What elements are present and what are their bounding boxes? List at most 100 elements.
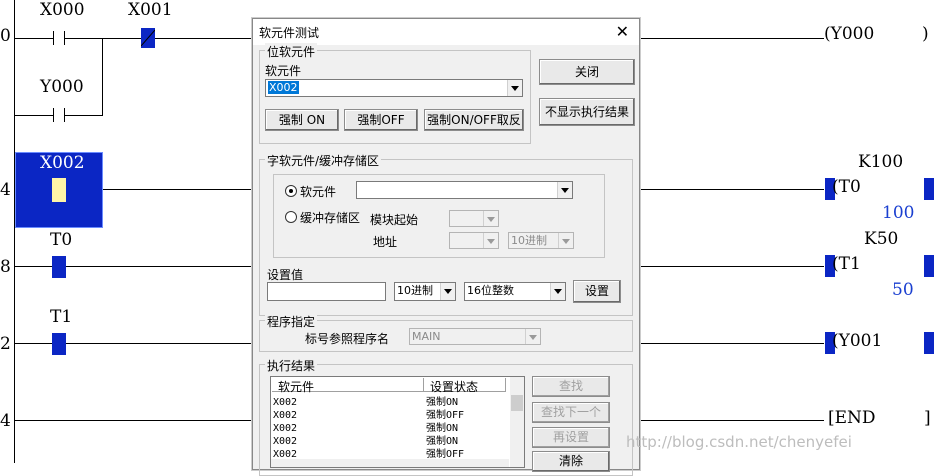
rung-line [14, 343, 252, 344]
step-number: 4 [0, 411, 11, 431]
coil-y001[interactable]: (Y001 [832, 331, 882, 351]
force-off-button[interactable]: 强制OFF [344, 109, 418, 131]
clear-button[interactable]: 清除 [532, 451, 610, 472]
list-item[interactable]: X002 强制ON [273, 393, 458, 408]
force-on-button[interactable]: 强制 ON [265, 109, 339, 131]
contact-t1[interactable] [52, 333, 66, 355]
selected-cell-cursor[interactable]: X002 [15, 152, 103, 228]
results-list[interactable]: 软元件 设置状态 X002 强制ON X002 强制OFF X002 强制ON X00… [270, 376, 525, 468]
device-radio[interactable] [285, 185, 297, 197]
bit-device-combo[interactable]: X002 [265, 79, 523, 97]
list-item[interactable]: X002 强制OFF [273, 445, 464, 460]
contact-x000[interactable] [50, 31, 68, 45]
buffer-radio-label: 缓冲存储区 [300, 211, 361, 225]
list-item[interactable]: X002 强制OFF [273, 406, 464, 421]
contact-label-x002: X002 [40, 153, 85, 173]
contact-label-x000: X000 [40, 0, 85, 20]
coil-y001-active-end [924, 332, 934, 354]
contact-label-x001: X001 [128, 0, 173, 20]
coil-t0-constant: K100 [858, 152, 904, 172]
device-test-dialog: 软元件测试 ✕ 位软元件 软元件 X002 强制 ON 强制OFF 强制ON/O… [252, 18, 640, 476]
contact-x001-nc[interactable] [141, 28, 155, 48]
address-format-value: 10进制 [511, 234, 547, 247]
coil-t1[interactable]: (T1 [832, 254, 861, 274]
program-name-label: 标号参照程序名 [305, 332, 390, 346]
chevron-down-icon[interactable] [507, 80, 522, 96]
module-start-label: 模块起始 [370, 213, 419, 227]
contact-y000[interactable] [50, 108, 68, 122]
coil-close-paren: ) [922, 24, 929, 44]
chevron-down-icon [483, 211, 498, 226]
module-start-combo[interactable] [449, 210, 499, 227]
chevron-down-icon [483, 233, 498, 248]
set-value-input[interactable] [267, 282, 386, 301]
set-value-type-value: 16位整数 [467, 284, 514, 297]
rung-line [638, 420, 824, 421]
end-instruction[interactable]: [END [828, 408, 876, 428]
device-radio-label: 软元件 [300, 185, 337, 199]
coil-t0-active-end [924, 178, 934, 200]
dialog-titlebar[interactable]: 软元件测试 ✕ [253, 19, 639, 45]
rung-line [638, 189, 824, 190]
rung-line [14, 420, 252, 421]
horizontal-scrollbar[interactable] [271, 459, 509, 467]
program-group-title: 程序指定 [265, 313, 318, 330]
rung-line [103, 189, 252, 190]
coil-t1-active-end [924, 255, 934, 277]
set-value-format-value: 10进制 [397, 284, 433, 297]
coil-t1-constant: K50 [864, 229, 899, 249]
reset-button[interactable]: 再设置 [532, 427, 610, 448]
coil-y000[interactable]: (Y000 [824, 24, 874, 44]
coil-t1-current: 50 [892, 280, 914, 300]
coil-t0-current: 100 [882, 203, 915, 223]
step-number: 8 [0, 257, 11, 277]
list-item[interactable]: X002 强制ON [273, 432, 458, 447]
contact-t0[interactable] [52, 256, 66, 278]
rung-line [14, 266, 252, 267]
coil-t0[interactable]: (T0 [832, 177, 861, 197]
address-label: 地址 [373, 235, 398, 249]
force-toggle-button[interactable]: 强制ON/OFF取反 [424, 109, 524, 131]
rung-line [638, 343, 824, 344]
program-name-combo[interactable]: MAIN [409, 328, 541, 345]
set-value-type-combo[interactable]: 16位整数 [464, 282, 566, 301]
contact-label-t1: T1 [50, 307, 73, 327]
set-value-label: 设置值 [267, 268, 304, 282]
word-device-combo[interactable] [356, 181, 573, 199]
bit-device-group-title: 位软元件 [265, 43, 318, 60]
address-format-combo[interactable]: 10进制 [508, 232, 574, 249]
chevron-down-icon[interactable] [440, 283, 455, 300]
contact-label-y000: Y000 [40, 77, 84, 97]
normally-closed-icon [141, 29, 155, 47]
set-button[interactable]: 设置 [573, 280, 621, 303]
scrollbar-thumb[interactable] [511, 395, 523, 411]
chevron-down-icon[interactable] [550, 283, 565, 300]
close-icon[interactable]: ✕ [616, 22, 629, 41]
address-combo[interactable] [449, 232, 499, 249]
col-header-device[interactable]: 软元件 [272, 378, 424, 394]
rung-line [638, 266, 824, 267]
word-device-group-title: 字软元件/缓冲存储区 [265, 152, 382, 169]
chevron-down-icon[interactable] [557, 182, 572, 198]
rung-line [638, 38, 824, 39]
dialog-title: 软元件测试 [259, 26, 320, 40]
vertical-scrollbar[interactable] [510, 377, 524, 467]
hide-results-button[interactable]: 不显示执行结果 [539, 98, 635, 126]
left-power-rail [14, 0, 15, 463]
find-button[interactable]: 查找 [532, 376, 610, 397]
close-button[interactable]: 关闭 [539, 59, 635, 85]
chevron-down-icon [525, 329, 540, 344]
watermark: http://blog.csdn.net/chenyefei [626, 433, 852, 451]
bit-device-value: X002 [268, 81, 299, 94]
list-item[interactable]: X002 强制ON [273, 419, 458, 434]
branch-line [102, 38, 103, 116]
chevron-down-icon [558, 233, 573, 248]
step-number: 0 [0, 26, 11, 46]
col-header-state[interactable]: 设置状态 [424, 378, 506, 394]
contact-x002-on [52, 178, 66, 202]
buffer-radio[interactable] [285, 211, 297, 223]
find-next-button[interactable]: 查找下一个 [532, 402, 610, 423]
device-label: 软元件 [265, 64, 302, 78]
set-value-format-combo[interactable]: 10进制 [394, 282, 456, 301]
results-group-title: 执行结果 [265, 357, 318, 374]
